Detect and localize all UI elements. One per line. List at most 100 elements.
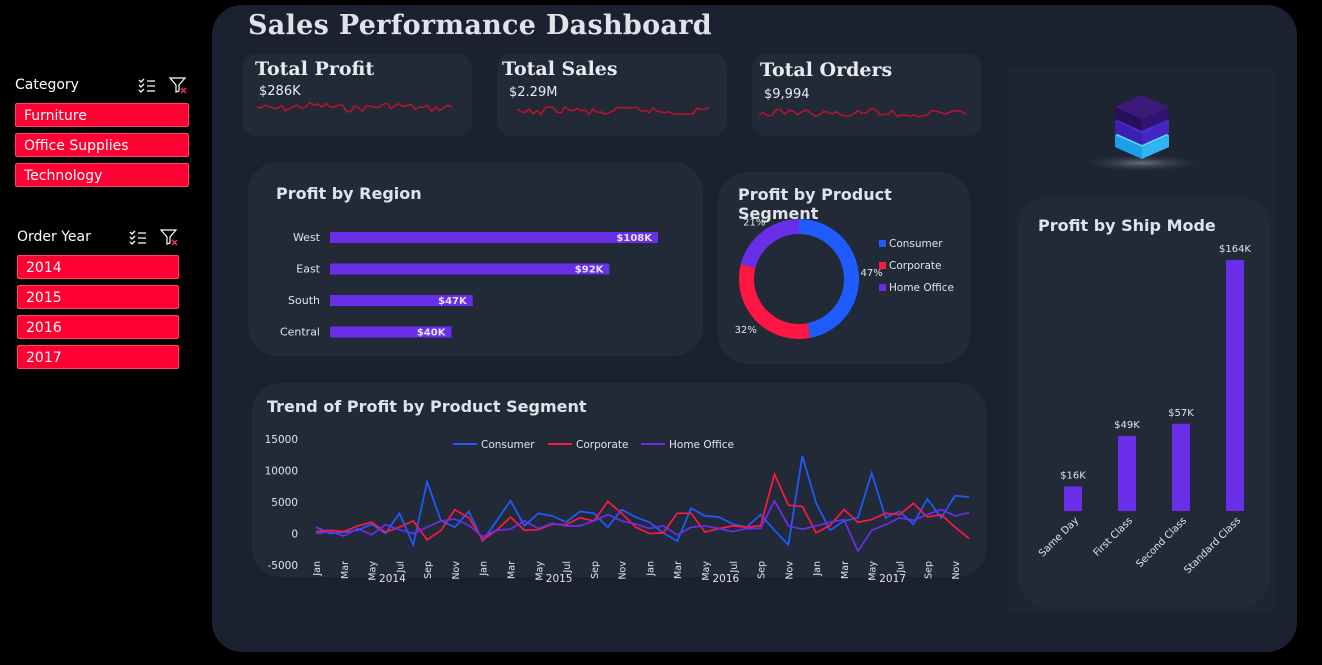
y-tick-label: 10000 — [265, 466, 298, 478]
kpi-value: $286K — [259, 84, 301, 99]
sparkline — [257, 101, 452, 113]
ship-mode-category-label: First Class — [1092, 515, 1136, 559]
category-slicer-title: Category — [15, 77, 79, 93]
ship-mode-bar — [1118, 436, 1136, 511]
x-year-label: 2016 — [712, 573, 739, 585]
x-year-label: 2017 — [879, 573, 906, 585]
x-month-label: Sep — [757, 561, 768, 579]
region-category-label: Central — [280, 326, 320, 339]
legend-label: Corporate — [576, 439, 629, 451]
kpi-title: Total Profit — [255, 58, 375, 80]
ship-mode-data-label: $164K — [1219, 244, 1251, 255]
category-item-technology[interactable]: Technology — [15, 163, 189, 187]
kpi-value: $2.29M — [509, 85, 558, 100]
region-category-label: South — [288, 294, 320, 307]
donut-slice — [799, 219, 860, 338]
kpi-card-total-sales: Total Sales $2.29M — [497, 54, 727, 136]
y-tick-label: -5000 — [267, 560, 298, 572]
sparkline-path — [759, 108, 966, 118]
legend-label: Consumer — [481, 439, 535, 451]
y-tick-label: 5000 — [271, 497, 298, 509]
category-slicer: Category Furniture Office Supplies Techn… — [15, 75, 190, 190]
x-month-label: May — [368, 561, 379, 581]
sparkline — [517, 105, 709, 116]
clear-filter-icon[interactable] — [168, 75, 188, 95]
year-item-2015[interactable]: 2015 — [17, 285, 179, 309]
ship-mode-data-label: $57K — [1168, 408, 1194, 419]
x-month-label: May — [868, 561, 879, 581]
legend-label: Home Office — [889, 282, 954, 294]
region-data-label: $40K — [417, 328, 447, 339]
year-item-2017[interactable]: 2017 — [17, 345, 179, 369]
legend-swatch — [879, 240, 886, 247]
ship-mode-bar — [1226, 260, 1244, 511]
x-month-label: Jan — [645, 561, 656, 577]
x-year-label: 2014 — [379, 573, 406, 585]
trend-card: Trend of Profit by Product Segment 15000… — [252, 383, 986, 585]
x-month-label: Mar — [340, 561, 351, 579]
multi-select-icon[interactable] — [137, 75, 157, 95]
legend-swatch — [879, 284, 886, 291]
cube-logo-icon — [1077, 95, 1207, 172]
y-tick-label: 15000 — [265, 434, 298, 446]
segment-donut-chart: 47% 32% 21% Consumer Corporate Home Office — [735, 217, 954, 339]
x-month-label: Jul — [562, 561, 573, 573]
x-year-label: 2015 — [546, 573, 573, 585]
x-month-label: Nov — [951, 561, 962, 580]
region-category-label: West — [293, 231, 321, 244]
category-slicer-header: Category — [15, 75, 190, 97]
kpi-title: Total Orders — [760, 59, 893, 81]
legend-label: Home Office — [669, 439, 734, 451]
legend-label: Corporate — [889, 260, 942, 272]
ship-mode-category-label: Standard Class — [1182, 515, 1243, 576]
x-month-label: Jan — [312, 561, 323, 577]
year-item-2014[interactable]: 2014 — [17, 255, 179, 279]
x-month-label: Mar — [507, 561, 518, 579]
sparkline-path — [257, 101, 452, 113]
ship-mode-category-label: Same Day — [1037, 515, 1081, 559]
sparkline — [759, 108, 966, 118]
ship-mode-data-label: $16K — [1060, 471, 1086, 482]
ship-mode-bar — [1064, 486, 1082, 511]
x-month-label: Jul — [896, 561, 907, 573]
x-month-label: Sep — [423, 561, 434, 579]
category-item-office-supplies[interactable]: Office Supplies — [15, 133, 189, 157]
trend-line-chart: 15000 10000 5000 0 -5000 Consumer Corporate Hom… — [265, 434, 970, 585]
dashboard-title: Sales Performance Dashboard — [248, 10, 712, 41]
x-month-label: Jan — [479, 561, 490, 577]
ship-mode-category-label: Second Class — [1134, 515, 1189, 570]
ship-mode-data-label: $49K — [1114, 420, 1140, 431]
y-tick-label: 0 — [291, 529, 298, 541]
x-month-label: Sep — [590, 561, 601, 579]
ship-mode-bar — [1172, 423, 1190, 511]
order-year-slicer-header: Order Year — [17, 227, 182, 249]
clear-filter-icon[interactable] — [159, 227, 179, 247]
sparkline-path — [517, 105, 709, 116]
x-month-label: Mar — [840, 561, 851, 579]
kpi-card-total-orders: Total Orders $9,994 — [752, 54, 982, 136]
x-month-label: Sep — [923, 561, 934, 579]
kpi-value: $9,994 — [764, 87, 810, 102]
region-category-label: East — [296, 263, 320, 276]
profit-by-region-card: Profit by Region West $108K East $92K South $… — [248, 162, 703, 356]
x-month-label: Nov — [451, 561, 462, 580]
region-data-label: $92K — [575, 265, 605, 276]
donut-data-label: 47% — [861, 268, 883, 279]
multi-select-icon[interactable] — [128, 227, 148, 247]
year-item-2016[interactable]: 2016 — [17, 315, 179, 339]
kpi-card-total-profit: Total Profit $286K — [242, 54, 472, 136]
order-year-slicer: Order Year 2014 2015 2016 2017 — [17, 227, 182, 377]
order-year-slicer-title: Order Year — [17, 229, 91, 245]
kpi-title: Total Sales — [502, 58, 618, 80]
x-month-label: Nov — [784, 561, 795, 580]
region-bar — [330, 232, 658, 243]
region-bar — [330, 263, 610, 275]
category-item-furniture[interactable]: Furniture — [15, 103, 189, 127]
ship-mode-bar-chart: $16K Same Day $49K First Class $57K Second Cl… — [1037, 244, 1251, 576]
legend-swatch — [879, 262, 886, 269]
region-data-label: $108K — [616, 233, 653, 244]
x-month-label: Jan — [812, 561, 823, 577]
x-month-label: Jul — [395, 561, 406, 573]
x-month-label: Nov — [618, 561, 629, 580]
donut-data-label: 21% — [743, 217, 765, 228]
